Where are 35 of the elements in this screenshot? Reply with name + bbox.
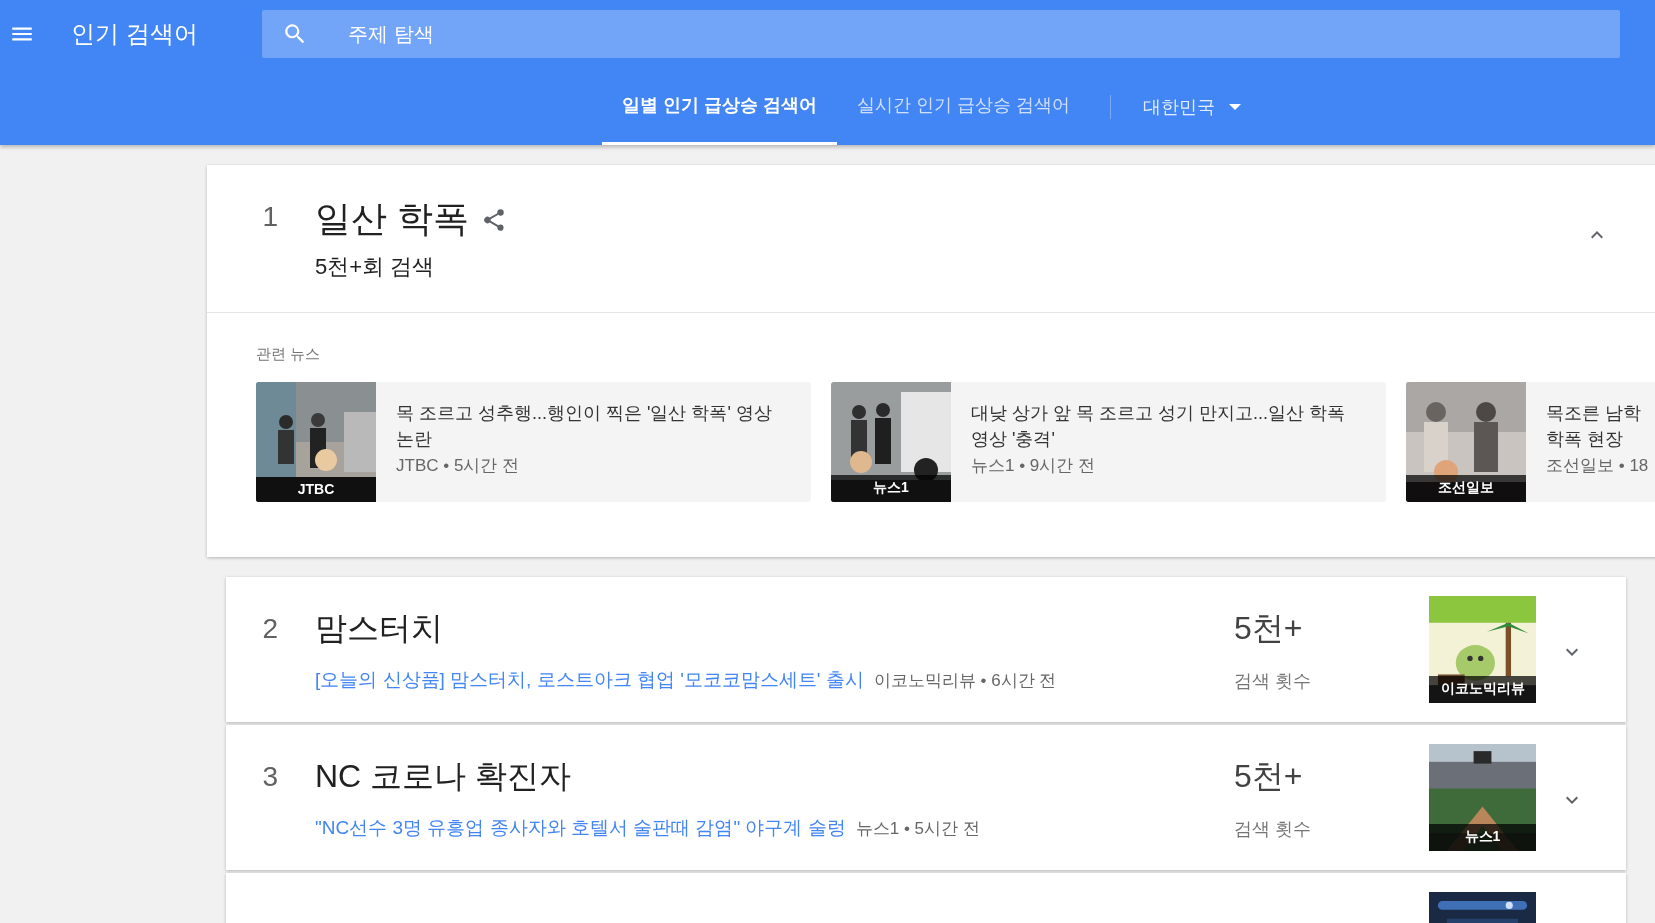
news-card[interactable]: 조선일보 목조른 남학 학폭 현장 조선일보 • 18: [1406, 382, 1655, 502]
search-count-label: 검색 횟수: [1234, 817, 1312, 841]
news-headline: 목조른 남학 학폭 현장: [1546, 402, 1642, 451]
news-card[interactable]: JTBC 목 조르고 성추행...행인이 찍은 '일산 학폭' 영상 논란 JTBC • 5시간 전: [256, 382, 811, 502]
tab[interactable]: 일별 인기 급상승 검색어: [602, 68, 837, 145]
rank-number: 3: [261, 760, 279, 793]
news-card[interactable]: 뉴스1 대낮 상가 앞 목 조르고 성기 만지고...일산 학폭 영상 '충격' 뉴스1 • 9시간 전: [831, 382, 1386, 502]
source-label: JTBC: [256, 477, 376, 502]
article-meta: 뉴스1 • 5시간 전: [855, 817, 980, 840]
trend-title[interactable]: 맘스터치: [315, 606, 1234, 651]
dropdown-caret-icon: [1229, 103, 1241, 110]
news-headline: 목 조르고 성추행...행인이 찍은 '일산 학폭' 영상 논란: [396, 402, 773, 451]
source-label: 조선일보: [1406, 475, 1526, 502]
news-meta: 뉴스1 • 9시간 전: [971, 455, 1097, 477]
rank-number: 2: [261, 612, 279, 645]
article-link[interactable]: [오늘의 신상품] 맘스터치, 로스트아크 협업 '모코코맘스세트' 출시: [315, 666, 864, 693]
news-headline: 대낮 상가 앞 목 조르고 성기 만지고...일산 학폭 영상 '충격': [971, 402, 1346, 451]
search-field[interactable]: 주제 탐색: [262, 10, 1620, 58]
article-link[interactable]: "NC선수 3명 유흥업 종사자와 호텔서 술판때 감염" 야구계 술렁: [315, 814, 846, 841]
article-meta: 이코노믹리뷰 • 6시간 전: [873, 669, 1057, 692]
search-count: 5천+회 검색: [315, 253, 436, 281]
share-icon[interactable]: [481, 206, 507, 233]
trend-title[interactable]: NC 코로나 확진자: [315, 754, 1234, 799]
app-title: 인기 검색어: [71, 19, 199, 49]
rank-number: 1: [261, 200, 279, 233]
source-label: 뉴스1: [831, 475, 951, 502]
news-meta: 조선일보 • 18: [1546, 455, 1649, 477]
news-meta: JTBC • 5시간 전: [396, 455, 521, 477]
search-count: 5천+: [1234, 608, 1304, 648]
search-count: 5천+: [1234, 756, 1304, 796]
section-heading: 관련 뉴스: [256, 345, 322, 364]
source-label: 뉴스1: [1429, 824, 1536, 851]
search-count-label: 검색 횟수: [1234, 669, 1312, 693]
source-label: 이코노믹리뷰: [1429, 676, 1536, 703]
trend-title[interactable]: 일산 학폭: [315, 195, 469, 244]
